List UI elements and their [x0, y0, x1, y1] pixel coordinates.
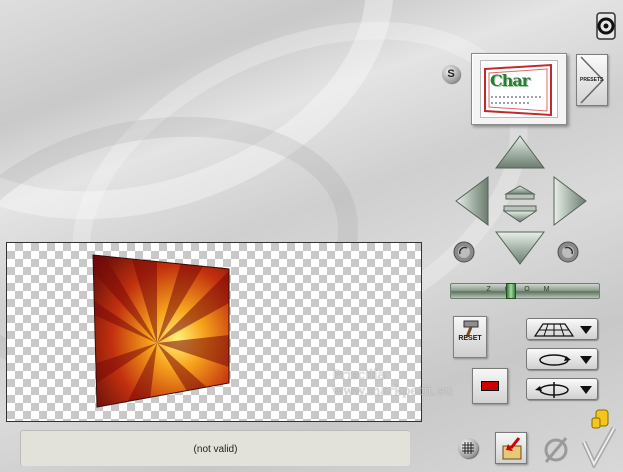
cancel-icon[interactable] [542, 434, 570, 464]
preset-preview: Char [480, 60, 558, 118]
reset-label: RESET [458, 335, 482, 342]
zoom-slider-thumb[interactable] [506, 283, 516, 299]
arrow-right-icon[interactable] [553, 176, 587, 226]
arrow-up-icon[interactable] [495, 135, 545, 169]
flip-mode-dropdown[interactable] [526, 378, 598, 400]
export-button[interactable] [495, 432, 527, 464]
background-swirl [0, 0, 443, 282]
reset-button[interactable]: RESET [453, 316, 487, 358]
watermark-line-2: www.markpetit.eu [332, 384, 453, 399]
center-up-icon[interactable] [504, 185, 536, 200]
chevron-down-icon [580, 326, 592, 334]
rotate-right-icon[interactable] [557, 241, 579, 263]
flip-axis-icon [535, 382, 569, 398]
rotate-left-icon[interactable] [453, 241, 475, 263]
record-icon [481, 381, 499, 391]
grid-mode-dropdown[interactable] [526, 318, 598, 340]
s-button[interactable]: S [442, 65, 460, 83]
preset-shape [484, 63, 552, 117]
preset-thumbnail[interactable]: Char [471, 53, 567, 125]
help-icon[interactable] [596, 12, 616, 40]
arrow-left-icon[interactable] [455, 176, 489, 226]
status-bar: (not valid) [20, 430, 410, 466]
grid-icon-glyph [462, 442, 474, 454]
navigation-pad [453, 135, 587, 265]
status-text: (not valid) [193, 444, 238, 455]
zoom-label: ZOOM [486, 286, 564, 293]
presets-label: PRESETS [580, 77, 604, 83]
chevron-down-icon [580, 386, 592, 394]
watermark-line-1: Priscilla [332, 368, 386, 383]
rotation-mode-dropdown[interactable] [526, 348, 598, 370]
ok-checkmark-icon[interactable] [578, 408, 618, 468]
zoom-slider[interactable]: ZOOM [450, 283, 600, 299]
export-icon [502, 437, 522, 460]
perspective-grid-icon [533, 323, 575, 337]
chevron-down-icon [580, 356, 592, 364]
rotate-around-icon [539, 354, 571, 366]
arrow-down-icon[interactable] [495, 231, 545, 265]
center-down-icon[interactable] [502, 205, 538, 223]
grid-icon[interactable] [458, 438, 478, 458]
presets-button[interactable]: PRESETS [576, 54, 608, 106]
preset-thumbnail-text: Char [490, 71, 530, 90]
record-button[interactable] [472, 368, 508, 404]
